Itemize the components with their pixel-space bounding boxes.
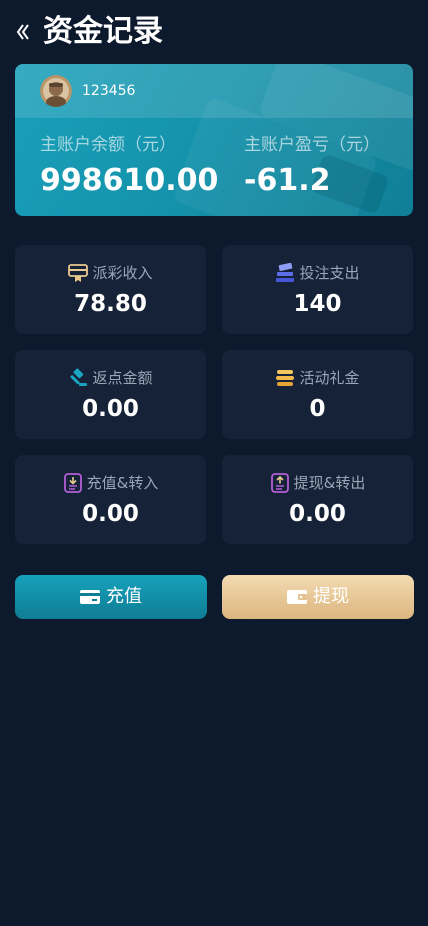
stat-label: 活动礼金: [299, 369, 360, 387]
profit-label: 主账户盈亏（元）: [244, 135, 380, 155]
account-card: 123456 主账户余额（元） 998610.00 主账户盈亏（元） -61.2: [15, 64, 413, 216]
stat-card-deposit: 充值&转入 0.00: [15, 455, 206, 544]
stat-card-withdraw: 提现&转出 0.00: [222, 455, 413, 544]
deposit-icon: [63, 473, 82, 493]
header: 资金记录: [0, 0, 428, 64]
card-top-band: [15, 64, 413, 118]
back-button[interactable]: [12, 18, 34, 46]
deposit-button[interactable]: 充值: [15, 575, 207, 619]
stat-label: 充值&转入: [86, 474, 159, 492]
withdraw-label: 提现: [313, 586, 349, 607]
withdraw-icon: [270, 473, 289, 493]
avatar[interactable]: [40, 75, 72, 107]
username: 123456: [82, 83, 136, 99]
payout-icon: [68, 264, 89, 282]
stat-value: 0.00: [82, 501, 139, 527]
balance-label: 主账户余额（元）: [40, 135, 176, 155]
stat-label: 返点金额: [92, 369, 153, 387]
stat-card-bet: 投注支出 140: [222, 245, 413, 334]
stat-label: 提现&转出: [293, 474, 366, 492]
profit-value: -61.2: [244, 163, 331, 198]
wallet-icon: [287, 590, 307, 604]
withdraw-button[interactable]: 提现: [222, 575, 414, 619]
stat-value: 140: [293, 291, 342, 317]
stat-label: 派彩收入: [92, 264, 153, 282]
stat-label: 投注支出: [299, 264, 360, 282]
page-title: 资金记录: [43, 14, 163, 49]
stat-card-bonus: 活动礼金 0: [222, 350, 413, 439]
stat-card-rebate: 返点金额 0.00: [15, 350, 206, 439]
stat-value: 0.00: [82, 396, 139, 422]
bet-icon: [276, 263, 295, 282]
avatar-image-icon: [40, 75, 72, 107]
chevron-left-icon: [16, 24, 29, 40]
stat-value: 0: [309, 396, 326, 422]
coins-icon: [276, 370, 295, 386]
stat-card-payout: 派彩收入 78.80: [15, 245, 206, 334]
stat-value: 0.00: [289, 501, 346, 527]
stat-value: 78.80: [74, 291, 147, 317]
deposit-label: 充值: [106, 586, 142, 607]
card-icon: [80, 590, 100, 604]
rebate-icon: [70, 368, 88, 386]
balance-value: 998610.00: [40, 163, 219, 198]
